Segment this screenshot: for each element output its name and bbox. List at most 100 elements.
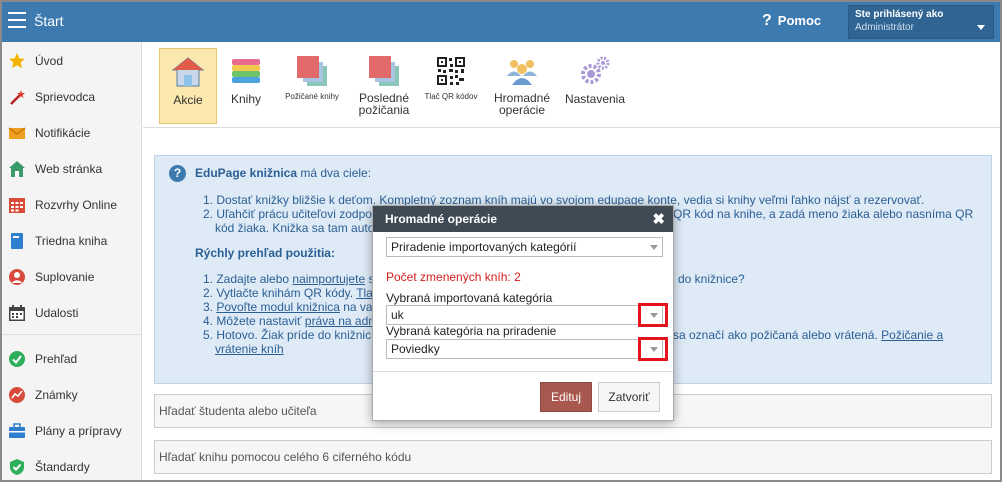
toolbar-label: Požičané knihy [285,92,339,101]
house-icon [8,160,26,178]
toolbar-posledne[interactable]: Posledné požičania [351,48,417,124]
sidebar-item-label: Web stránka [35,162,103,176]
gears-icon [578,54,612,88]
step-3: 3. Povoľte modul knižnica na val [203,300,375,314]
step-5-end: sa označí ako požičaná alebo vrátená. Po… [673,328,943,342]
sidebar-item-rozvrhy[interactable]: Rozvrhy Online [2,190,142,220]
book-icon [8,232,26,250]
sidebar-item-label: Prehľad [35,352,78,366]
user-menu[interactable]: Ste prihlásený ako Administrátor [848,5,994,39]
sidebar-item-label: Sprievodca [35,90,96,104]
sidebar-item-label: Úvod [35,54,64,68]
chevron-down-icon [977,25,985,30]
toolbar-label: Tlač QR kódov [424,92,478,101]
toolbar-label: Akcie [173,93,203,107]
magic-wand-icon [8,88,26,106]
toolbar-pozicane[interactable]: Požičané knihy [277,48,347,124]
dialog-divider [373,371,673,372]
step-5: 5. Hotovo. Žiak príde do knižnic [203,328,372,342]
sidebar-item-label: Plány a prípravy [35,424,122,438]
toolbar-hromadne[interactable]: Hromadné operácie [487,48,557,124]
sidebar: Úvod Sprievodca Notifikácie Web stránka … [2,42,142,480]
envelope-icon [8,124,26,142]
step-4: 4. Môžete nastaviť práva na adm [203,314,378,328]
info-title-rest: má dva ciele: [297,166,372,180]
recent-loans-icon [367,54,401,88]
sidebar-item-label: Suplovanie [35,270,95,284]
imported-category-value: uk [391,308,404,322]
sidebar-item-suplovanie[interactable]: Suplovanie [2,262,142,292]
hamburger-menu-icon[interactable] [8,12,26,28]
sidebar-item-label: Rozvrhy Online [35,198,118,212]
toolbar-label: Knihy [230,92,262,106]
imported-category-select[interactable]: uk [386,305,663,325]
assign-category-value: Poviedky [391,342,440,356]
app-frame: Štart ? Pomoc Ste prihlásený ako Administ… [0,0,1002,482]
book-code-search-input[interactable]: Hľadať knihu pomocou celého 6 ciferného … [154,440,992,474]
edit-button[interactable]: Edituj [540,382,592,412]
toolbar-nastavenia[interactable]: Nastavenia [561,48,629,124]
loans-link[interactable]: Požičanie a [881,328,943,342]
step-1-text: 1. Zadajte alebo [203,272,293,286]
step-1-end: do knižnice? [678,272,745,286]
star-icon [8,52,26,70]
sidebar-item-standardy[interactable]: Štandardy [2,452,142,480]
sidebar-item-web[interactable]: Web stránka [2,154,142,184]
sidebar-item-label: Udalosti [35,306,79,320]
toolbar-akcie[interactable]: Akcie [159,48,217,124]
toolbar-qr[interactable]: Tlač QR kódov [419,48,483,124]
assign-category-label: Vybraná kategória na priradenie [386,324,557,338]
step-4-text: 4. Môžete nastaviť [203,314,305,328]
sidebar-item-udalosti[interactable]: Udalosti [2,298,142,328]
goal-2-start: 2. Uľahčiť prácu učiteľovi zodpo [203,207,372,221]
operation-select[interactable]: Priradenie importovaných kategórií [386,237,663,257]
goal-2-end: QR kód na knihe, a zadá meno žiaka alebo… [673,207,974,221]
question-mark-icon: ? [762,12,772,29]
home-icon [171,55,205,89]
returns-link[interactable]: vrátenie kníh [215,342,284,356]
toolbar-knihy[interactable]: Knihy [221,48,271,124]
help-button[interactable]: ? Pomoc [762,12,821,30]
step-2: 2. Vytlačte knihám QR kódy. Tla [203,286,373,300]
info-title: EduPage knižnica má dva ciele: [195,166,371,180]
logged-in-label: Ste prihlásený ako [855,9,944,20]
sidebar-item-notifikacie[interactable]: Notifikácie [2,118,142,148]
toolbar-label-line2: operácie [498,103,546,117]
print-link[interactable]: Tla [356,286,373,300]
close-button[interactable]: Zatvoriť [598,382,660,412]
sidebar-item-label: Štandardy [35,460,90,474]
sidebar-divider [2,334,142,335]
operation-select-value: Priradenie importovaných kategórií [391,240,577,254]
assign-category-select[interactable]: Poviedky [386,339,663,359]
shield-check-icon [8,458,26,476]
goal-2-line2: kód žiaka. Knižka sa tam auto [215,221,375,235]
timetable-icon [8,196,26,214]
info-title-bold: EduPage knižnica [195,166,298,180]
sidebar-item-uvod[interactable]: Úvod [2,46,142,76]
person-icon [8,268,26,286]
imported-category-label: Vybraná importovaná kategória [386,291,553,305]
toolbar-label-line2: požičania [358,103,410,117]
sidebar-item-znamky[interactable]: Známky [2,380,142,410]
overview-title: Rýchly prehľad použitia: [195,246,335,260]
close-icon[interactable]: ✖ [652,210,665,228]
step-5-end-text: sa označí ako požičaná alebo vrátená. [673,328,882,342]
briefcase-icon [8,422,26,440]
sidebar-item-triedna-kniha[interactable]: Triedna kniha [2,226,142,256]
page-title: Štart [34,13,64,29]
enable-module-link[interactable]: Povoľte modul knižnica [216,300,340,314]
question-circle-icon: ? [169,165,186,182]
dialog-title: Hromadné operácie [385,212,498,226]
step-5-line2: vrátenie kníh [215,342,284,356]
sidebar-item-plany[interactable]: Plány a prípravy [2,416,142,446]
sidebar-item-sprievodca[interactable]: Sprievodca [2,82,142,112]
highlight-box [638,303,668,327]
group-users-icon [505,54,539,88]
top-bar: Štart ? Pomoc Ste prihlásený ako Administ… [2,2,1000,42]
sidebar-item-prehlad[interactable]: Prehľad [2,344,142,374]
import-link[interactable]: naimportujete [292,272,365,286]
help-label: Pomoc [777,13,822,28]
admin-rights-link[interactable]: práva na adm [305,314,378,328]
highlight-box [638,337,668,361]
step-3-text: 3. [203,300,217,314]
